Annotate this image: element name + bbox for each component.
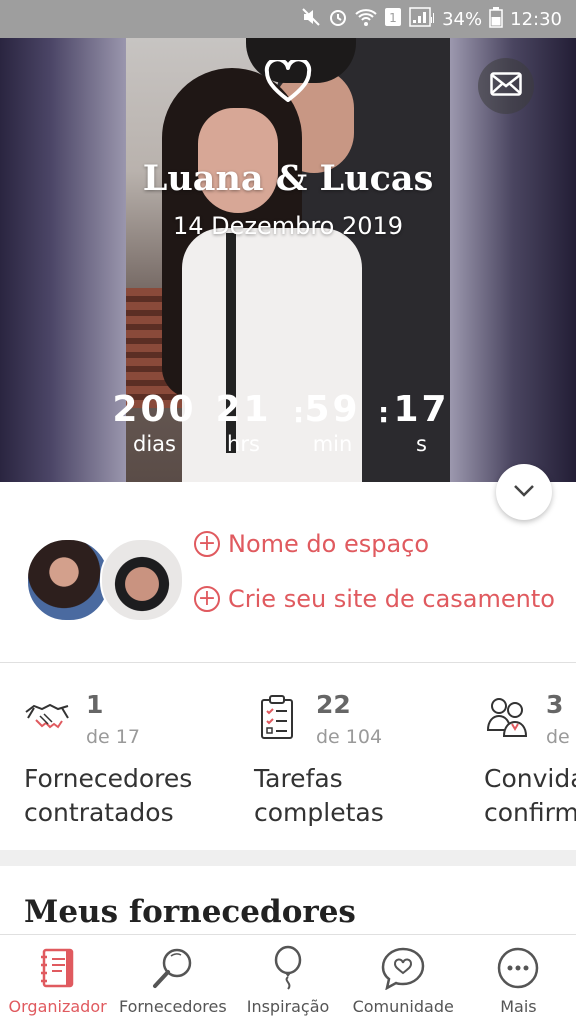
nav-item-vendors[interactable]: Fornecedores (115, 935, 230, 1025)
plus-circle-icon: + (194, 586, 220, 612)
stat-tasks-label: Tarefas completas (254, 762, 474, 830)
bottom-nav: Organizador Fornecedores Inspiração Comu… (0, 934, 576, 1025)
countdown-seconds-value: 17 (393, 389, 450, 430)
avatar-bride[interactable] (26, 538, 110, 622)
chevron-down-icon (513, 483, 535, 502)
wedding-date: 14 Dezembro 2019 (172, 212, 404, 240)
countdown: 200 dias 21 hrs 59 min 17 s : : (110, 390, 466, 458)
stat-guests-label-line2: confirmados (484, 798, 576, 827)
nav-item-community[interactable]: Comunidade (346, 935, 461, 1025)
wifi-icon (355, 7, 377, 32)
countdown-separator: : (378, 396, 390, 429)
couple-name: Luana & Lucas (142, 158, 434, 199)
balloon-icon (265, 945, 311, 991)
handshake-icon (24, 694, 70, 740)
svg-text:1: 1 (389, 11, 397, 25)
checklist-icon (254, 694, 300, 740)
search-icon (150, 945, 196, 991)
nav-label-vendors: Fornecedores (118, 997, 227, 1016)
countdown-minutes-label: min (312, 432, 353, 456)
add-venue-label: Nome do espaço (228, 530, 430, 558)
countdown-hours-value: 21 (215, 389, 272, 430)
stat-vendors-label-line1: Fornecedores (24, 764, 193, 793)
stat-tasks-total: de 104 (316, 726, 383, 748)
signal-icon (409, 6, 435, 32)
nav-label-community: Comunidade (352, 997, 454, 1016)
nav-item-organizer[interactable]: Organizador (0, 935, 115, 1025)
section-divider (0, 850, 576, 866)
guests-icon (484, 694, 530, 740)
stat-vendors-count: 1 (86, 690, 104, 719)
stat-guests-label-line1: Convidados (484, 764, 576, 793)
countdown-days-value: 200 (112, 389, 197, 430)
stat-vendors-label: Fornecedores contratados (24, 762, 244, 830)
stat-guests-total: de 3 (546, 726, 576, 748)
stat-guests-count: 3 (546, 690, 564, 719)
battery-icon (489, 6, 503, 33)
countdown-days: 200 dias (110, 390, 199, 458)
heart-icon (264, 57, 312, 104)
countdown-separator: : (293, 396, 305, 429)
alarm-icon (328, 7, 348, 32)
clock-time: 12:30 (510, 8, 562, 30)
nav-label-inspiration: Inspiração (246, 997, 330, 1016)
nav-item-more[interactable]: Mais (461, 935, 576, 1025)
nav-item-inspiration[interactable]: Inspiração (230, 935, 345, 1025)
create-website-label: Crie seu site de casamento (228, 585, 555, 613)
mute-icon (301, 7, 321, 32)
section-title: Meus fornecedores (24, 894, 356, 930)
stat-tasks-count: 22 (316, 690, 351, 719)
battery-percent: 34% (442, 8, 483, 30)
expand-button[interactable] (496, 464, 552, 520)
countdown-hours: 21 hrs (199, 390, 288, 458)
stat-vendors-total: de 17 (86, 726, 140, 748)
plus-circle-icon: + (194, 531, 220, 557)
stat-guests-label: Convidados confirmados (484, 762, 576, 830)
notebook-icon (35, 945, 81, 991)
nav-label-organizer: Organizador (8, 997, 107, 1016)
countdown-days-label: dias (133, 432, 176, 456)
divider (0, 662, 576, 663)
hero-banner: Luana & Lucas 14 Dezembro 2019 200 dias … (0, 38, 576, 482)
stat-tasks-label-line2: completas (254, 798, 384, 827)
countdown-seconds: 17 s (377, 390, 466, 458)
chat-heart-icon (380, 945, 426, 991)
mail-button[interactable] (478, 58, 534, 114)
stats-carousel[interactable]: 1 de 17 Fornecedores contratados 22 de 1… (0, 664, 576, 850)
add-venue-link[interactable]: + Nome do espaço (194, 530, 429, 558)
stat-vendors-label-line2: contratados (24, 798, 174, 827)
countdown-seconds-label: s (416, 432, 427, 456)
mail-icon (490, 72, 522, 100)
nav-label-more: Mais (500, 997, 537, 1016)
stat-tasks-label-line1: Tarefas (254, 764, 343, 793)
create-website-link[interactable]: + Crie seu site de casamento (194, 585, 555, 613)
status-bar: 1 34% 12:30 (0, 0, 576, 38)
more-icon (495, 945, 541, 991)
avatar-groom[interactable] (100, 538, 184, 622)
status-icons: 1 34% 12:30 (301, 6, 562, 33)
sim-icon: 1 (384, 7, 402, 32)
hero-blur-left (0, 38, 126, 482)
countdown-hours-label: hrs (227, 432, 260, 456)
